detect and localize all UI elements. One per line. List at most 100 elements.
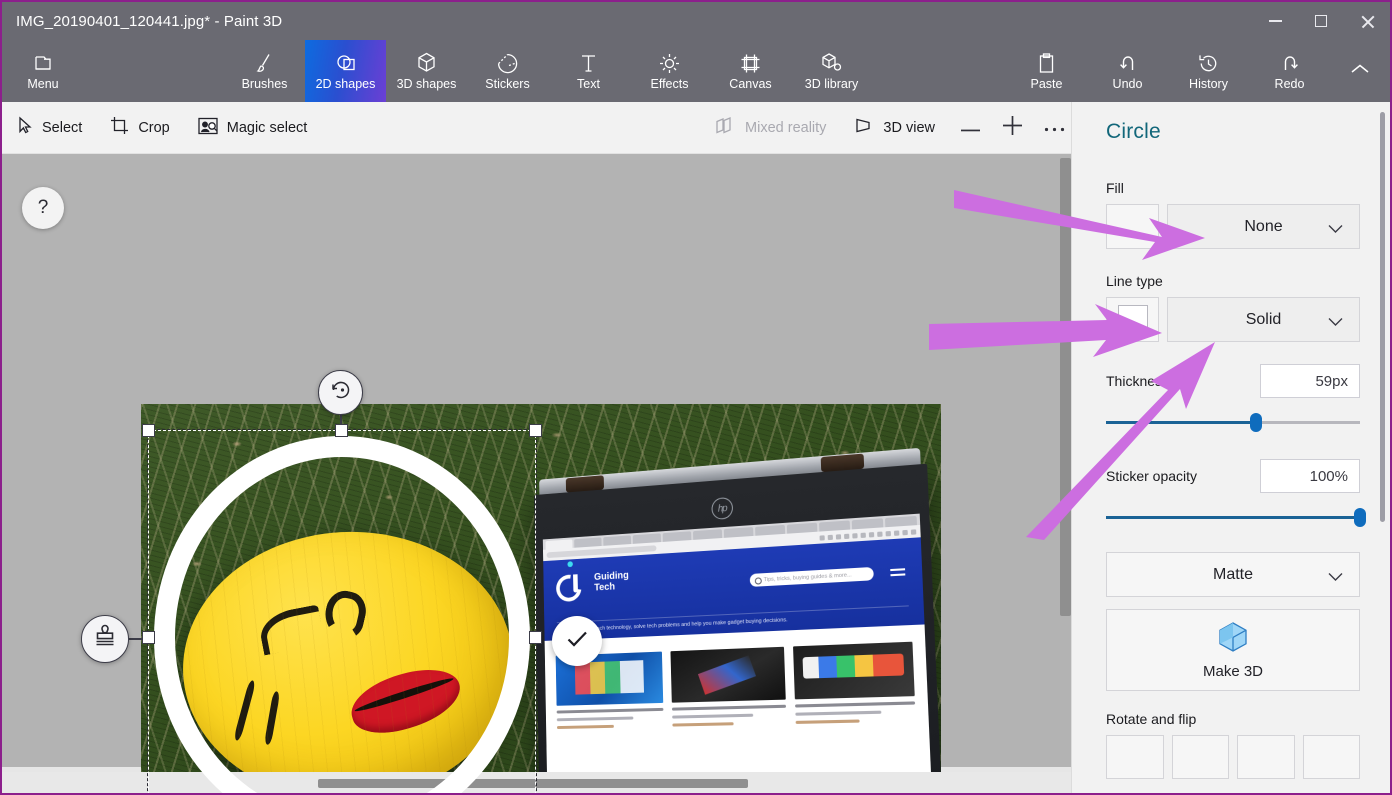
tool-3d-shapes[interactable]: 3D shapes [386, 40, 467, 102]
flip-horizontal-button[interactable] [1237, 735, 1295, 779]
thickness-slider[interactable] [1106, 411, 1360, 433]
undo-icon [1118, 51, 1138, 75]
tool-label: 3D shapes [397, 78, 457, 91]
3d-view-button[interactable]: 3D view [840, 102, 949, 154]
article-meta-line [673, 722, 734, 726]
sticker-opacity-row: Sticker opacity 100% [1072, 459, 1390, 493]
article-title-line [557, 708, 664, 714]
title-bar: IMG_20190401_120441.jpg* - Paint 3D [2, 2, 1390, 40]
article-title-line [672, 714, 753, 719]
close-icon [1360, 14, 1375, 29]
flip-vertical-button[interactable] [1303, 735, 1361, 779]
resize-handle-top-center[interactable] [335, 424, 348, 437]
material-dropdown[interactable]: Matte [1106, 552, 1360, 597]
chevron-down-icon [1328, 221, 1343, 239]
action-label: Undo [1113, 78, 1143, 91]
magic-select-button[interactable]: Magic select [184, 102, 322, 154]
tool-text[interactable]: Text [548, 40, 629, 102]
3d-library-icon [821, 51, 842, 75]
menu-label: Menu [27, 78, 58, 91]
minus-icon [961, 119, 980, 137]
canvas-vertical-scrollbar[interactable] [1060, 158, 1071, 616]
3d-view-label: 3D view [883, 120, 935, 136]
menu-button[interactable]: Menu [2, 40, 84, 102]
resize-handle-middle-left[interactable] [142, 631, 155, 644]
browser-tab [693, 529, 722, 540]
undo-button[interactable]: Undo [1087, 40, 1168, 102]
cube-icon [1216, 620, 1250, 658]
rotate-right-button[interactable] [1172, 735, 1230, 779]
tool-canvas[interactable]: Canvas [710, 40, 791, 102]
shape-properties-panel: Circle Fill None Line type Solid Thickne… [1071, 102, 1390, 795]
magic-select-icon [198, 117, 218, 139]
tool-stickers[interactable]: Stickers [467, 40, 548, 102]
action-label: Paste [1031, 78, 1063, 91]
tool-2d-shapes[interactable]: 2D shapes [305, 40, 386, 102]
canvas-area[interactable]: hp Guiding Tech Tips, tricks, buying gui… [2, 154, 1075, 795]
thickness-value-field[interactable]: 59px [1260, 364, 1360, 398]
folder-icon [33, 51, 53, 75]
clipboard-icon [1038, 51, 1055, 75]
laptop: hp Guiding Tech Tips, tricks, buying gui… [534, 447, 941, 795]
cursor-icon [16, 116, 33, 139]
redo-icon [1280, 51, 1300, 75]
stamp-icon [92, 624, 118, 655]
line-type-row: Solid [1072, 297, 1390, 342]
browser-tab [603, 535, 631, 545]
stamp-handle[interactable] [81, 615, 129, 663]
sticker-opacity-slider[interactable] [1106, 506, 1360, 528]
window-controls [1252, 2, 1390, 40]
browser-tab [574, 537, 601, 547]
minimize-icon [1269, 20, 1282, 22]
site-search-box: Tips, tricks, buying guides & more... [750, 567, 874, 587]
select-tool-button[interactable]: Select [2, 102, 96, 154]
confirm-shape-button[interactable] [552, 616, 602, 666]
paste-button[interactable]: Paste [1006, 40, 1087, 102]
make-3d-button[interactable]: Make 3D [1106, 609, 1360, 691]
tool-label: 2D shapes [316, 78, 376, 91]
rotate-left-button[interactable] [1106, 735, 1164, 779]
tool-effects[interactable]: Effects [629, 40, 710, 102]
effects-icon [659, 51, 680, 75]
thickness-slider-thumb[interactable] [1250, 413, 1262, 432]
fill-row: None [1072, 204, 1390, 249]
resize-handle-top-right[interactable] [529, 424, 542, 437]
line-color-swatch-button[interactable] [1106, 297, 1159, 342]
crop-tool-button[interactable]: Crop [96, 102, 183, 154]
zoom-out-button[interactable] [949, 102, 991, 154]
brand-line-2: Tech [594, 581, 629, 594]
maximize-icon [1315, 15, 1327, 27]
rotate-handle[interactable] [318, 370, 363, 415]
history-button[interactable]: History [1168, 40, 1249, 102]
collapse-ribbon-button[interactable] [1330, 40, 1390, 102]
redo-button[interactable]: Redo [1249, 40, 1330, 102]
fill-dropdown[interactable]: None [1167, 204, 1360, 249]
crop-label: Crop [138, 120, 169, 136]
thickness-slider-fill [1106, 421, 1256, 424]
maximize-button[interactable] [1298, 2, 1344, 40]
tool-3d-library[interactable]: 3D library [791, 40, 872, 102]
thickness-label: Thickness [1106, 373, 1169, 389]
resize-handle-middle-right[interactable] [529, 631, 542, 644]
more-options-button[interactable] [1033, 102, 1075, 154]
resize-handle-top-left[interactable] [142, 424, 155, 437]
question-mark-icon: ? [38, 197, 49, 219]
sticker-opacity-slider-fill [1106, 516, 1360, 519]
sticker-opacity-value-field[interactable]: 100% [1260, 459, 1360, 493]
zoom-in-button[interactable] [991, 102, 1033, 154]
article-title-line [795, 711, 881, 716]
mixed-reality-label: Mixed reality [745, 120, 826, 136]
tool-brushes[interactable]: Brushes [224, 40, 305, 102]
close-button[interactable] [1344, 2, 1390, 40]
chevron-down-icon [1328, 569, 1343, 587]
sticker-opacity-slider-thumb[interactable] [1354, 508, 1366, 527]
3d-view-icon [854, 117, 874, 138]
fill-color-swatch-button[interactable] [1106, 204, 1159, 249]
minimize-button[interactable] [1252, 2, 1298, 40]
panel-scrollbar[interactable] [1380, 112, 1385, 522]
selection-bounding-box[interactable] [148, 430, 536, 795]
rotate-and-flip-row [1072, 735, 1390, 779]
tool-label: Stickers [485, 78, 529, 91]
help-button[interactable]: ? [22, 187, 64, 229]
line-type-dropdown[interactable]: Solid [1167, 297, 1360, 342]
